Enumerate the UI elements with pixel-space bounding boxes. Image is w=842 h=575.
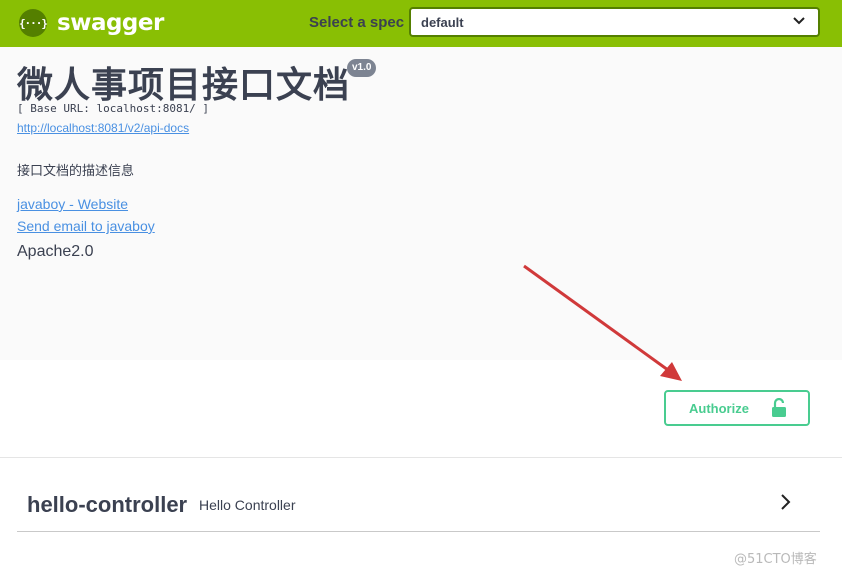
tag-description: Hello Controller [199, 497, 296, 513]
chevron-right-icon[interactable] [778, 493, 792, 511]
spec-select-label: Select a spec [309, 14, 405, 31]
chevron-down-icon [793, 17, 805, 25]
base-url: [ Base URL: localhost:8081/ ] [17, 102, 210, 115]
swagger-logo-icon[interactable]: {···} [19, 9, 48, 37]
license-text: Apache2.0 [17, 243, 94, 260]
page-title: 微人事项目接口文档 [17, 65, 351, 106]
api-description: 接口文档的描述信息 [17, 164, 135, 179]
spec-select-dropdown[interactable]: default [409, 7, 820, 37]
authorize-label: Authorize [689, 401, 749, 416]
tag-row-hello-controller[interactable]: hello-controller Hello Controller [17, 480, 820, 532]
top-bar: {···} swagger Select a spec default [0, 0, 842, 47]
tag-name: hello-controller [27, 492, 188, 517]
unlock-icon [772, 398, 786, 417]
api-docs-link[interactable]: http://localhost:8081/v2/api-docs [17, 121, 189, 135]
version-badge: v1.0 [347, 59, 377, 77]
website-link[interactable]: javaboy - Website [17, 196, 128, 212]
watermark: @51CTO博客 [734, 552, 817, 567]
authorize-button[interactable]: Authorize [664, 390, 810, 426]
contact-email-link[interactable]: Send email to javaboy [17, 218, 155, 234]
section-divider [0, 457, 842, 458]
swagger-logo-text[interactable]: swagger [57, 10, 164, 36]
spec-select-value: default [421, 15, 464, 30]
